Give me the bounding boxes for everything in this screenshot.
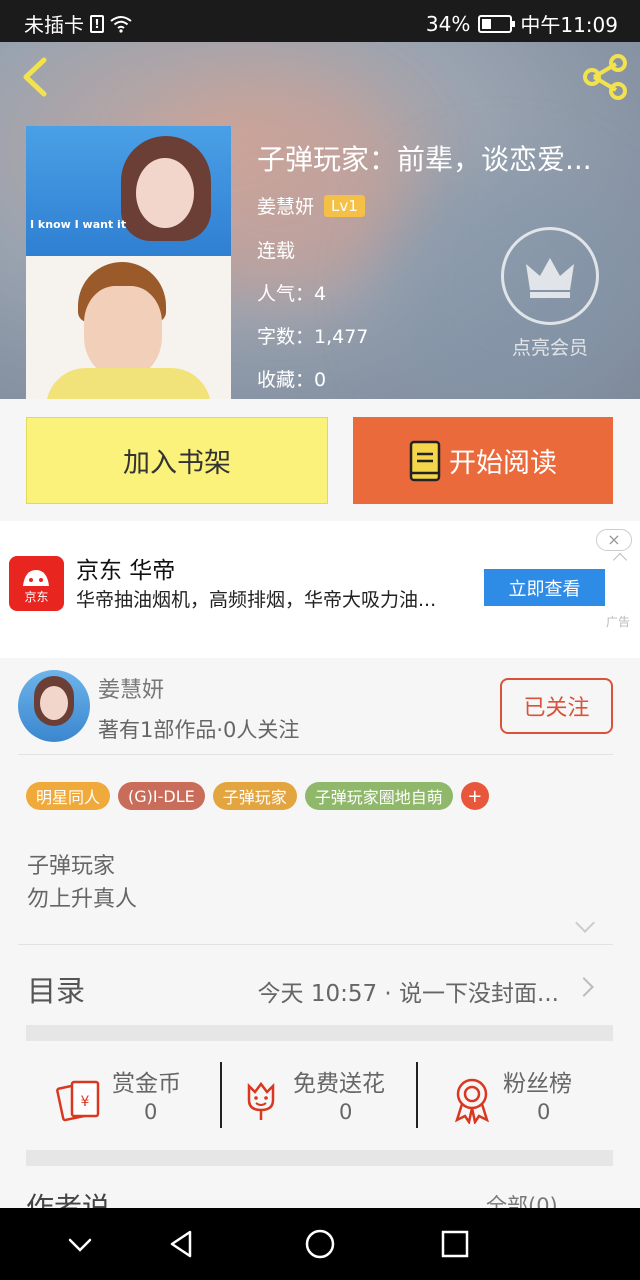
expand-chevron-icon[interactable] <box>575 913 595 933</box>
follow-button[interactable]: 已关注 <box>500 678 613 734</box>
book-cover[interactable]: I know I want it <box>26 126 231 399</box>
word-count: 字数：1,477 <box>257 326 369 348</box>
divider <box>416 1062 418 1128</box>
favorites-count: 收藏：0 <box>257 369 327 391</box>
table-of-contents-row[interactable]: 目录 今天 10:57 · 说一下没封面... <box>27 968 613 1028</box>
battery-icon <box>478 14 516 33</box>
red-envelope-icon: ¥ <box>56 1080 100 1122</box>
description-line: 勿上升真人 <box>27 887 138 912</box>
recents-nav-icon[interactable] <box>437 1226 473 1262</box>
back-nav-icon[interactable] <box>164 1226 200 1262</box>
sim-alert-icon: ! <box>90 14 104 33</box>
tag-chip[interactable]: (G)I-DLE <box>118 782 205 810</box>
back-icon[interactable] <box>14 54 58 100</box>
popularity: 人气：4 <box>257 283 327 305</box>
ad-logo-text: 京东 <box>24 590 49 604</box>
vip-label: 点亮会员 <box>511 337 588 359</box>
divider <box>220 1062 222 1128</box>
author-section: 姜慧妍 著有1部作品·0人关注 已关注 明星同人 (G)I-DLE 子弹玩家 子… <box>0 658 640 1224</box>
ad-close-icon[interactable]: × <box>596 529 632 551</box>
book-header: I know I want it 子弹玩家：前辈，谈恋爱... 姜慧妍 Lv1 … <box>0 42 640 399</box>
section-divider <box>26 1025 613 1041</box>
add-to-shelf-button[interactable]: 加入书架 <box>26 417 328 504</box>
ad-title: 京东 华帝 <box>76 558 176 584</box>
hide-nav-icon[interactable] <box>62 1226 98 1262</box>
stat-value: 0 <box>339 1100 353 1124</box>
crown-icon <box>501 227 599 325</box>
stat-name: 粉丝榜 <box>503 1071 572 1097</box>
divider <box>18 944 613 945</box>
tag-chip[interactable]: 子弹玩家 <box>212 782 297 810</box>
clock: 中午11:09 <box>520 13 618 37</box>
stat-name: 赏金币 <box>112 1071 181 1097</box>
home-nav-icon[interactable] <box>302 1226 338 1262</box>
ad-banner[interactable]: 京东 京东 华帝 华帝抽油烟机，高频排烟，华帝大吸力油... 立即查看 × 广告 <box>0 521 640 658</box>
author-name[interactable]: 姜慧妍 <box>257 192 314 219</box>
serial-status: 连载 <box>257 240 296 262</box>
stat-value: 0 <box>537 1100 551 1124</box>
system-nav-bar <box>0 1208 640 1280</box>
wifi-icon <box>110 15 132 33</box>
description-line: 子弹玩家 <box>27 854 116 879</box>
add-to-shelf-label: 加入书架 <box>123 448 231 479</box>
vip-button[interactable]: 点亮会员 <box>500 227 600 360</box>
reward-coins-button[interactable]: ¥ 赏金币 0 <box>56 1064 216 1134</box>
add-tag-button[interactable]: + <box>460 782 489 810</box>
stat-value: 0 <box>144 1100 158 1124</box>
book-icon <box>409 440 441 481</box>
ad-tag: 广告 <box>605 615 630 629</box>
author-works-summary: 著有1部作品·0人关注 <box>98 718 300 742</box>
cover-caption: I know I want it <box>30 218 127 231</box>
divider <box>18 754 613 755</box>
tag-list: 明星同人 (G)I-DLE 子弹玩家 子弹玩家圈地自萌 + <box>26 782 489 810</box>
medal-icon <box>454 1078 490 1124</box>
fan-ranking-button[interactable]: 粉丝榜 0 <box>451 1064 611 1134</box>
carrier-label: 未插卡 <box>24 13 84 37</box>
svg-text:¥: ¥ <box>81 1094 90 1110</box>
action-bar: 加入书架 开始阅读 <box>0 399 640 521</box>
author-card-name[interactable]: 姜慧妍 <box>98 672 164 704</box>
jd-logo-icon: 京东 <box>9 556 64 611</box>
ad-description: 华帝抽油烟机，高频排烟，华帝大吸力油... <box>76 589 437 611</box>
start-reading-label: 开始阅读 <box>449 448 557 479</box>
latest-chapter: 今天 10:57 · 说一下没封面... <box>257 981 559 1007</box>
start-reading-button[interactable]: 开始阅读 <box>353 417 613 504</box>
stat-name: 免费送花 <box>293 1071 385 1097</box>
flower-icon <box>247 1081 275 1120</box>
chevron-right-icon <box>574 977 594 997</box>
avatar[interactable] <box>18 670 90 742</box>
share-icon[interactable] <box>580 52 630 102</box>
toc-label: 目录 <box>27 974 86 1008</box>
ad-collapse-icon[interactable] <box>612 552 628 568</box>
tag-chip[interactable]: 明星同人 <box>26 782 111 810</box>
tag-chip[interactable]: 子弹玩家圈地自萌 <box>304 782 453 810</box>
level-badge: Lv1 <box>324 194 365 217</box>
section-divider <box>26 1150 613 1166</box>
ad-view-button[interactable]: 立即查看 <box>484 569 605 606</box>
send-flower-button[interactable]: 免费送花 0 <box>241 1064 421 1134</box>
status-bar: 未插卡 ! 34% 中午11:09 <box>0 0 640 42</box>
book-title: 子弹玩家：前辈，谈恋爱... <box>257 143 592 176</box>
battery-percent: 34% <box>425 11 471 36</box>
